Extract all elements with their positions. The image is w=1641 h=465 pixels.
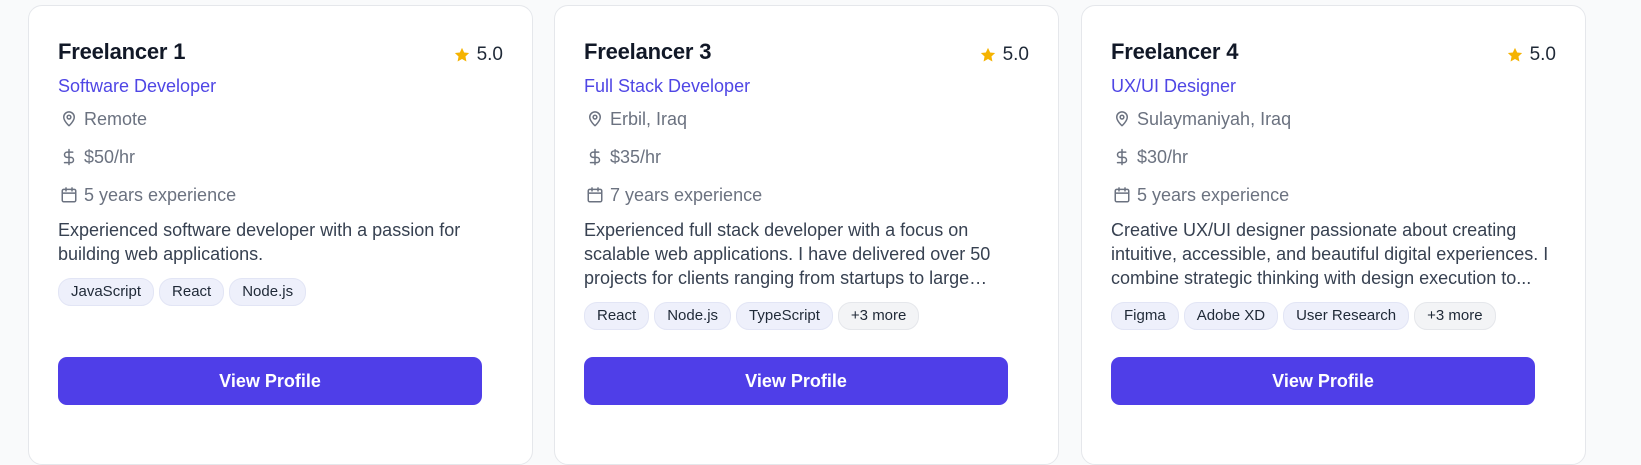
more-skills-tag: +3 more: [837, 302, 920, 330]
freelancer-card: Freelancer 1 5.0 Software Developer Remo…: [28, 5, 533, 465]
view-profile-button[interactable]: View Profile: [584, 357, 1008, 405]
skill-tag: Node.js: [229, 278, 307, 306]
rating-value: 5.0: [476, 44, 503, 65]
freelancer-card: Freelancer 4 5.0 UX/UI Designer Sulayman…: [1081, 5, 1586, 465]
star-icon: [453, 46, 471, 64]
rate-text: $35/hr: [610, 146, 662, 167]
location-row: Erbil, Iraq: [584, 108, 687, 130]
freelancer-bio: Creative UX/UI designer passionate about…: [1111, 220, 1549, 288]
more-skills-tag: +3 more: [1414, 302, 1496, 330]
freelancer-name: Freelancer 1: [58, 39, 186, 64]
skill-tag: React: [159, 278, 225, 306]
location-row: Remote: [58, 108, 147, 130]
view-profile-button[interactable]: View Profile: [1111, 357, 1535, 405]
map-pin-icon: [584, 108, 606, 130]
skill-tag: Figma: [1111, 302, 1179, 330]
calendar-icon: [1111, 184, 1133, 206]
freelancer-bio: Experienced full stack developer with a …: [584, 220, 991, 288]
rate-text: $30/hr: [1137, 146, 1189, 167]
freelancer-role: UX/UI Designer: [1111, 76, 1237, 96]
freelancer-name: Freelancer 4: [1111, 39, 1239, 64]
skill-tag: Node.js: [654, 302, 732, 330]
experience-text: 7 years experience: [610, 184, 763, 205]
location-text: Sulaymaniyah, Iraq: [1137, 108, 1292, 129]
skill-tag: User Research: [1283, 302, 1410, 330]
dollar-icon: [584, 146, 606, 168]
skill-tag: JavaScript: [58, 278, 155, 306]
location-text: Erbil, Iraq: [610, 108, 688, 129]
rate-row: $30/hr: [1111, 146, 1188, 168]
skill-tags: React Node.js TypeScript +3 more: [584, 302, 920, 330]
experience-text: 5 years experience: [84, 184, 237, 205]
freelancer-bio: Experienced software developer with a pa…: [58, 220, 461, 264]
freelancer-card-list: Freelancer 1 5.0 Software Developer Remo…: [0, 0, 1641, 465]
location-text: Remote: [84, 108, 148, 129]
skill-tag: TypeScript: [736, 302, 833, 330]
freelancer-role: Software Developer: [58, 76, 217, 96]
dollar-icon: [1111, 146, 1133, 168]
skill-tag: React: [584, 302, 650, 330]
map-pin-icon: [1111, 108, 1133, 130]
rating: 5.0: [979, 44, 1029, 66]
skill-tags: JavaScript React Node.js: [58, 278, 307, 306]
star-icon: [1506, 46, 1524, 64]
experience-row: 5 years experience: [1111, 184, 1289, 206]
rate-row: $50/hr: [58, 146, 135, 168]
dollar-icon: [58, 146, 80, 168]
rating: 5.0: [1506, 44, 1556, 66]
experience-row: 5 years experience: [58, 184, 236, 206]
experience-text: 5 years experience: [1137, 184, 1290, 205]
rating-value: 5.0: [1002, 44, 1029, 65]
map-pin-icon: [58, 108, 80, 130]
freelancer-card: Freelancer 3 5.0 Full Stack Developer Er…: [554, 5, 1059, 465]
star-icon: [979, 46, 997, 64]
rating: 5.0: [453, 44, 503, 66]
calendar-icon: [58, 184, 80, 206]
freelancer-role: Full Stack Developer: [584, 76, 751, 96]
rate-text: $50/hr: [84, 146, 136, 167]
experience-row: 7 years experience: [584, 184, 762, 206]
freelancer-name: Freelancer 3: [584, 39, 712, 64]
location-row: Sulaymaniyah, Iraq: [1111, 108, 1291, 130]
skill-tag: Adobe XD: [1183, 302, 1279, 330]
view-profile-button[interactable]: View Profile: [58, 357, 482, 405]
rate-row: $35/hr: [584, 146, 661, 168]
calendar-icon: [584, 184, 606, 206]
rating-value: 5.0: [1529, 44, 1556, 65]
skill-tags: Figma Adobe XD User Research +3 more: [1111, 302, 1496, 330]
